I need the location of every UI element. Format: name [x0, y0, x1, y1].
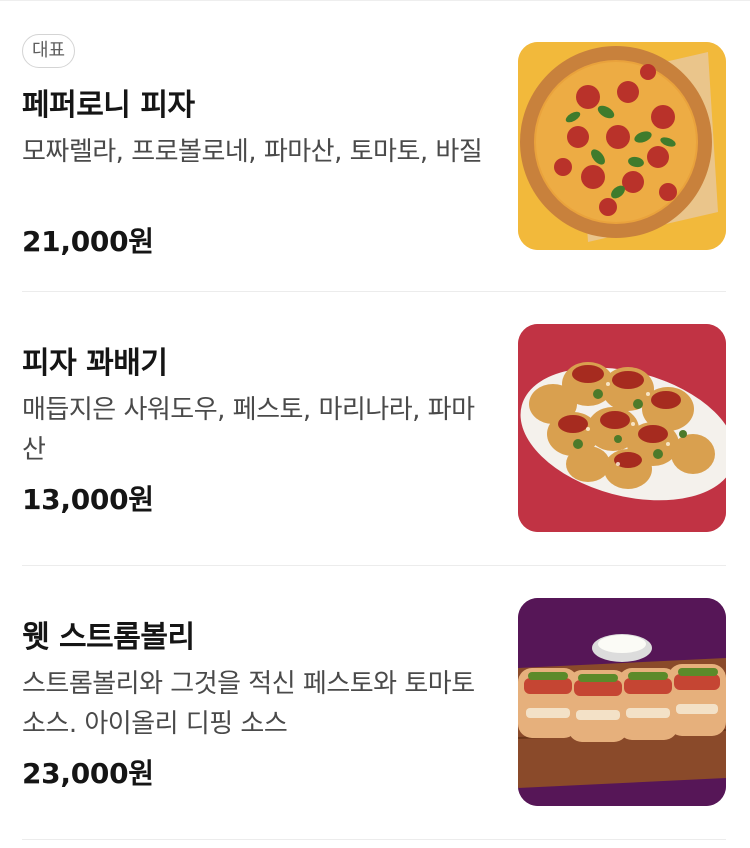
menu-item-description: 스트롬볼리와 그것을 적신 페스토와 토마토소스. 아이올리 디핑 소스 [22, 669, 475, 739]
menu-divider [22, 291, 726, 292]
pizza-knots-photo[interactable] [518, 324, 726, 532]
menu-item-description: 매듭지은 사워도우, 페스토, 마리나라, 파마산 [22, 395, 475, 465]
menu-divider [22, 565, 726, 566]
top-divider [0, 0, 750, 1]
wet-stromboli-photo[interactable] [518, 598, 726, 806]
menu-item-price: 13,000원 [22, 483, 154, 516]
menu-item-name: 피자 꽈배기 [22, 346, 168, 381]
menu-item-description: 모짜렐라, 프로볼로네, 파마산, 토마토, 바질 [22, 137, 483, 167]
signature-badge: 대표 [22, 34, 76, 68]
menu-item-pepperoni-pizza[interactable]: 대표 페퍼로니 피자 모짜렐라, 프로볼로네, 파마산, 토마토, 바질 21,… [22, 34, 726, 258]
menu-item-price: 21,000원 [22, 225, 154, 258]
menu-item-name: 페퍼로니 피자 [22, 88, 195, 123]
menu-item-text: 대표 페퍼로니 피자 모짜렐라, 프로볼로네, 파마산, 토마토, 바질 21,… [22, 34, 492, 258]
menu-item-price: 23,000원 [22, 757, 154, 790]
menu-item-wet-stromboli[interactable]: 웻 스트롬볼리 스트롬볼리와 그것을 적신 페스토와 토마토소스. 아이올리 디… [22, 598, 726, 806]
menu-item-pizza-knots[interactable]: 피자 꽈배기 매듭지은 사워도우, 페스토, 마리나라, 파마산 13,000원 [22, 324, 726, 532]
pepperoni-pizza-photo[interactable] [518, 42, 726, 250]
menu-item-name: 웻 스트롬볼리 [22, 620, 195, 655]
menu-divider [22, 839, 726, 840]
